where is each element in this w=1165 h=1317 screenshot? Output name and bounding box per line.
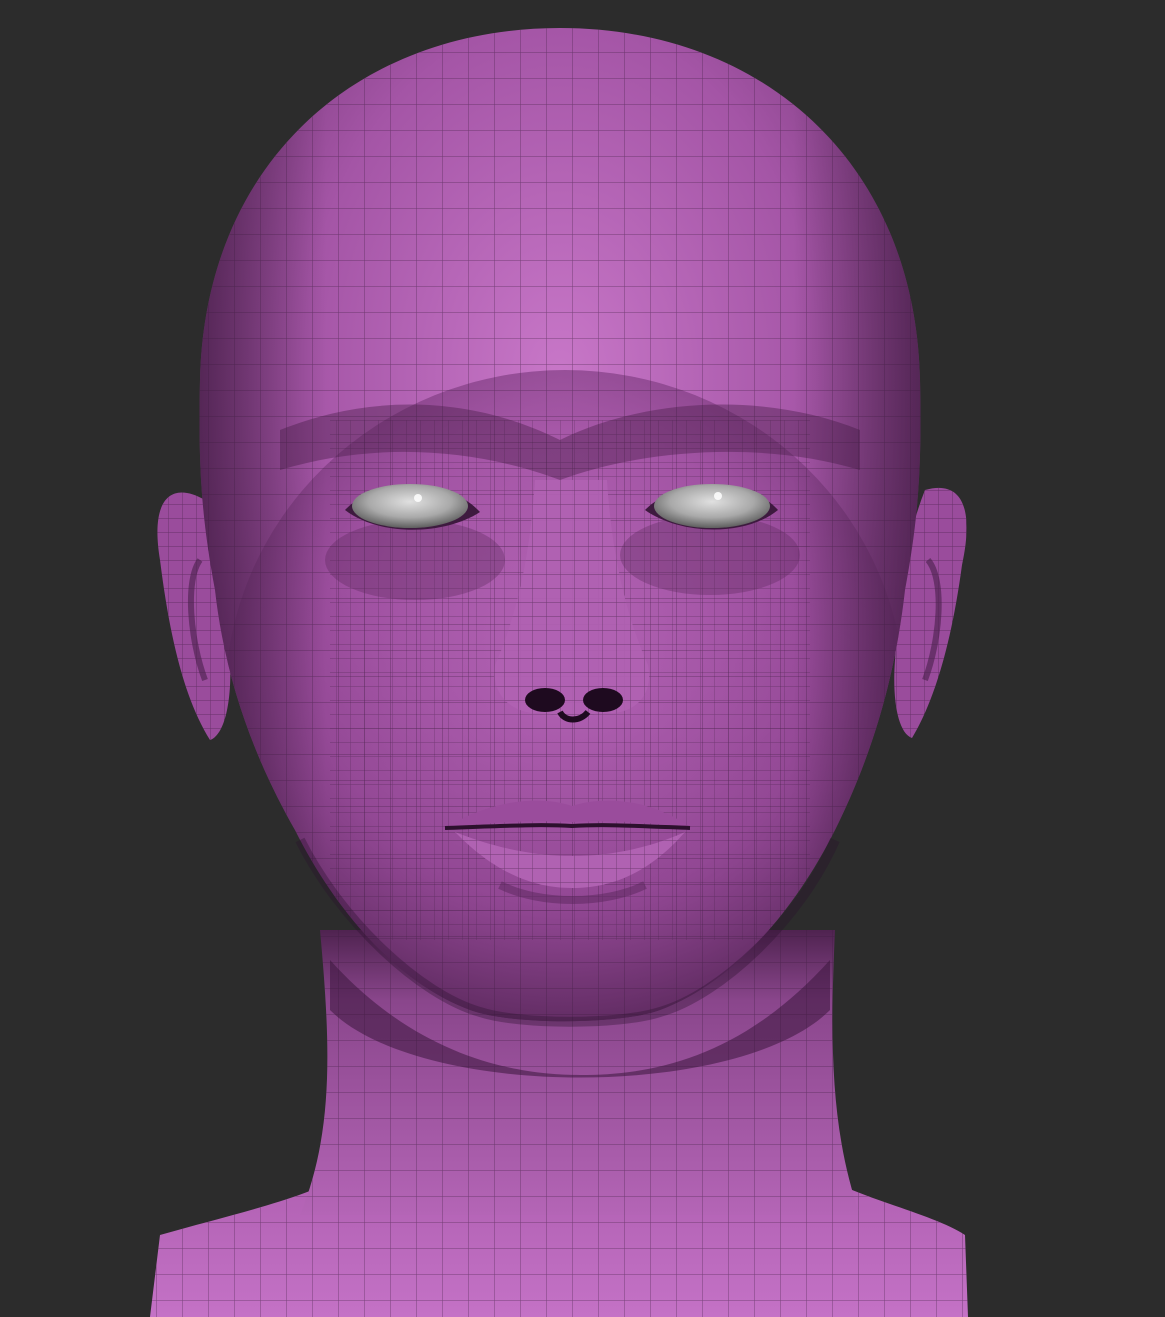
head-model (150, 28, 968, 1317)
viewport (0, 0, 1165, 1317)
